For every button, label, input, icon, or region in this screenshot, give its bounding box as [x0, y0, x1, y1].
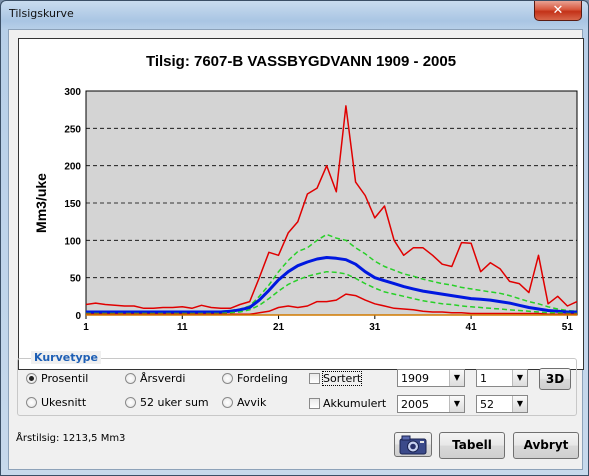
- checkbox-label: Akkumulert: [323, 397, 387, 410]
- x-tick-label: 11: [177, 322, 188, 333]
- radio-52-uker-sum[interactable]: 52 uker sum: [125, 396, 209, 410]
- radio-circle[interactable]: [26, 373, 37, 384]
- y-tick-label: 100: [64, 236, 81, 247]
- chart-panel: Tilsig: 7607-B VASSBYGDVANN 1909 - 2005 0…: [18, 38, 584, 370]
- radio-circle[interactable]: [125, 373, 136, 384]
- y-tick-label: 200: [64, 162, 81, 173]
- x-tick-label: 21: [273, 322, 285, 333]
- x-tick-label: 31: [369, 322, 381, 333]
- checkbox-label: Sortert: [321, 371, 363, 386]
- radio-fordeling[interactable]: Fordeling: [222, 372, 288, 386]
- radio-arsverdi[interactable]: Årsverdi: [125, 372, 185, 386]
- table-button[interactable]: Tabell: [439, 432, 505, 459]
- to-week-value: 52: [480, 398, 494, 411]
- curve-type-legend: Kurvetype: [31, 351, 101, 364]
- radio-ukesnitt[interactable]: Ukesnitt: [26, 396, 86, 410]
- sortert-checkbox[interactable]: Sortert: [309, 371, 363, 386]
- y-tick-label: 250: [64, 124, 81, 135]
- from-week-select[interactable]: 1 ▼: [476, 369, 528, 387]
- camera-button[interactable]: [394, 432, 432, 457]
- dialog-window: Tilsigskurve ✕ Tilsig: 7607-B VASSBYGDVA…: [0, 0, 589, 476]
- chevron-down-icon[interactable]: ▼: [512, 396, 527, 412]
- 3d-button[interactable]: 3D: [539, 368, 571, 390]
- radio-circle[interactable]: [222, 373, 233, 384]
- to-year-select[interactable]: 2005 ▼: [397, 395, 465, 413]
- chevron-down-icon[interactable]: ▼: [512, 370, 527, 386]
- to-week-select[interactable]: 52 ▼: [476, 395, 528, 413]
- chart-title: Tilsig: 7607-B VASSBYGDVANN 1909 - 2005: [146, 53, 456, 70]
- close-button[interactable]: ✕: [534, 1, 582, 21]
- chevron-down-icon[interactable]: ▼: [449, 396, 464, 412]
- dialog-client: Tilsig: 7607-B VASSBYGDVANN 1909 - 2005 0…: [8, 29, 584, 470]
- annual-inflow-status: Årstilsig: 1213,5 Mm3: [16, 433, 126, 444]
- y-axis-label: Mm3/uke: [33, 173, 49, 233]
- checkbox-box[interactable]: [309, 398, 320, 409]
- from-year-select[interactable]: 1909 ▼: [397, 369, 465, 387]
- radio-label: Avvik: [237, 396, 267, 409]
- radio-circle[interactable]: [26, 397, 37, 408]
- from-year-value: 1909: [401, 372, 429, 385]
- radio-avvik[interactable]: Avvik: [222, 396, 266, 410]
- radio-prosentil[interactable]: Prosentil: [26, 372, 88, 386]
- akkumulert-checkbox[interactable]: Akkumulert: [309, 397, 386, 411]
- y-tick-label: 0: [75, 311, 81, 322]
- y-tick-label: 50: [70, 274, 82, 285]
- y-tick-label: 150: [64, 199, 81, 210]
- x-tick-label: 51: [562, 322, 574, 333]
- title-bar[interactable]: Tilsigskurve ✕: [1, 1, 588, 29]
- from-week-value: 1: [480, 372, 487, 385]
- to-year-value: 2005: [401, 398, 429, 411]
- y-tick-label: 300: [64, 87, 81, 98]
- radio-label: Årsverdi: [140, 372, 186, 385]
- radio-label: Fordeling: [237, 372, 288, 385]
- radio-label: Prosentil: [41, 372, 89, 385]
- radio-label: Ukesnitt: [41, 396, 87, 409]
- chevron-down-icon[interactable]: ▼: [449, 370, 464, 386]
- cancel-button[interactable]: Avbryt: [513, 432, 579, 459]
- inflow-chart: Tilsig: 7607-B VASSBYGDVANN 1909 - 2005 0…: [33, 53, 578, 333]
- radio-label: 52 uker sum: [140, 396, 209, 409]
- radio-circle[interactable]: [125, 397, 136, 408]
- x-tick-label: 41: [466, 322, 478, 333]
- camera-icon: [399, 435, 427, 455]
- x-tick-label: 1: [83, 322, 89, 333]
- checkbox-box[interactable]: [309, 373, 320, 384]
- window-title: Tilsigskurve: [9, 7, 74, 20]
- radio-circle[interactable]: [222, 397, 233, 408]
